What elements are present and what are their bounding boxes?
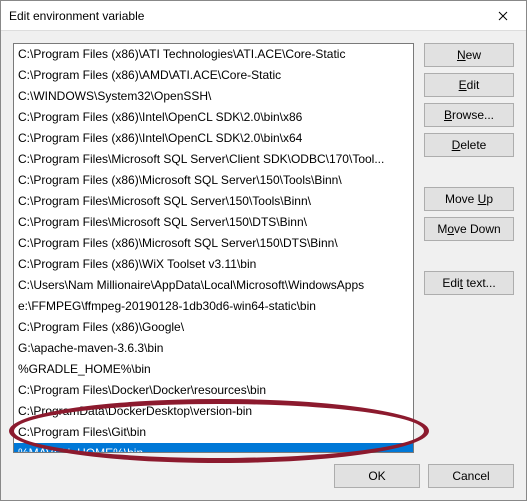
- window-title: Edit environment variable: [9, 9, 480, 23]
- path-list-item[interactable]: C:\Program Files (x86)\AMD\ATI.ACE\Core-…: [14, 65, 413, 86]
- path-list-item[interactable]: C:\Program Files (x86)\Intel\OpenCL SDK\…: [14, 128, 413, 149]
- delete-button[interactable]: Delete: [424, 133, 514, 157]
- bottom-bar: OK Cancel: [1, 454, 526, 500]
- edit-button-label: Edit: [459, 78, 480, 92]
- path-list-item[interactable]: %GRADLE_HOME%\bin: [14, 359, 413, 380]
- path-list-item[interactable]: C:\Program Files (x86)\Microsoft SQL Ser…: [14, 170, 413, 191]
- delete-button-label: Delete: [452, 138, 487, 152]
- path-list-item[interactable]: G:\apache-maven-3.6.3\bin: [14, 338, 413, 359]
- path-list-item[interactable]: %MAVEN_HOME%\bin: [14, 443, 413, 453]
- path-list-item[interactable]: e:\FFMPEG\ffmpeg-20190128-1db30d6-win64-…: [14, 296, 413, 317]
- path-list-item[interactable]: C:\Program Files (x86)\Google\: [14, 317, 413, 338]
- move-down-button-label: Move Down: [437, 222, 500, 236]
- browse-button[interactable]: Browse...: [424, 103, 514, 127]
- titlebar: Edit environment variable: [1, 1, 526, 31]
- button-gap-2: [424, 247, 514, 265]
- path-list-item[interactable]: C:\Users\Nam Millionaire\AppData\Local\M…: [14, 275, 413, 296]
- cancel-button[interactable]: Cancel: [428, 464, 514, 488]
- path-list-item[interactable]: C:\Program Files (x86)\WiX Toolset v3.11…: [14, 254, 413, 275]
- path-list-item[interactable]: C:\Program Files (x86)\Intel\OpenCL SDK\…: [14, 107, 413, 128]
- path-list-area: C:\Program Files (x86)\ATI Technologies\…: [13, 43, 414, 454]
- edit-env-var-dialog: Edit environment variable C:\Program Fil…: [0, 0, 527, 501]
- dialog-content: C:\Program Files (x86)\ATI Technologies\…: [1, 31, 526, 454]
- move-down-button[interactable]: Move Down: [424, 217, 514, 241]
- path-list-item[interactable]: C:\ProgramData\DockerDesktop\version-bin: [14, 401, 413, 422]
- button-column: New Edit Browse... Delete Move Up Move D…: [424, 43, 514, 454]
- new-button-label: New: [457, 48, 481, 62]
- edit-text-button[interactable]: Edit text...: [424, 271, 514, 295]
- path-list-item[interactable]: C:\Program Files (x86)\ATI Technologies\…: [14, 44, 413, 65]
- button-gap-1: [424, 163, 514, 181]
- path-listbox[interactable]: C:\Program Files (x86)\ATI Technologies\…: [13, 43, 414, 453]
- edit-button[interactable]: Edit: [424, 73, 514, 97]
- path-list-item[interactable]: C:\WINDOWS\System32\OpenSSH\: [14, 86, 413, 107]
- edit-text-button-label: Edit text...: [442, 276, 495, 290]
- path-list-item[interactable]: C:\Program Files\Microsoft SQL Server\15…: [14, 191, 413, 212]
- path-list-item[interactable]: C:\Program Files\Microsoft SQL Server\15…: [14, 212, 413, 233]
- path-list-item[interactable]: C:\Program Files\Microsoft SQL Server\Cl…: [14, 149, 413, 170]
- path-list-item[interactable]: C:\Program Files\Docker\Docker\resources…: [14, 380, 413, 401]
- browse-button-label: Browse...: [444, 108, 494, 122]
- path-list-item[interactable]: C:\Program Files (x86)\Microsoft SQL Ser…: [14, 233, 413, 254]
- close-button[interactable]: [480, 1, 526, 30]
- move-up-button-label: Move Up: [445, 192, 493, 206]
- close-icon: [498, 11, 508, 21]
- ok-button[interactable]: OK: [334, 464, 420, 488]
- path-list-item[interactable]: C:\Program Files\Git\bin: [14, 422, 413, 443]
- move-up-button[interactable]: Move Up: [424, 187, 514, 211]
- new-button[interactable]: New: [424, 43, 514, 67]
